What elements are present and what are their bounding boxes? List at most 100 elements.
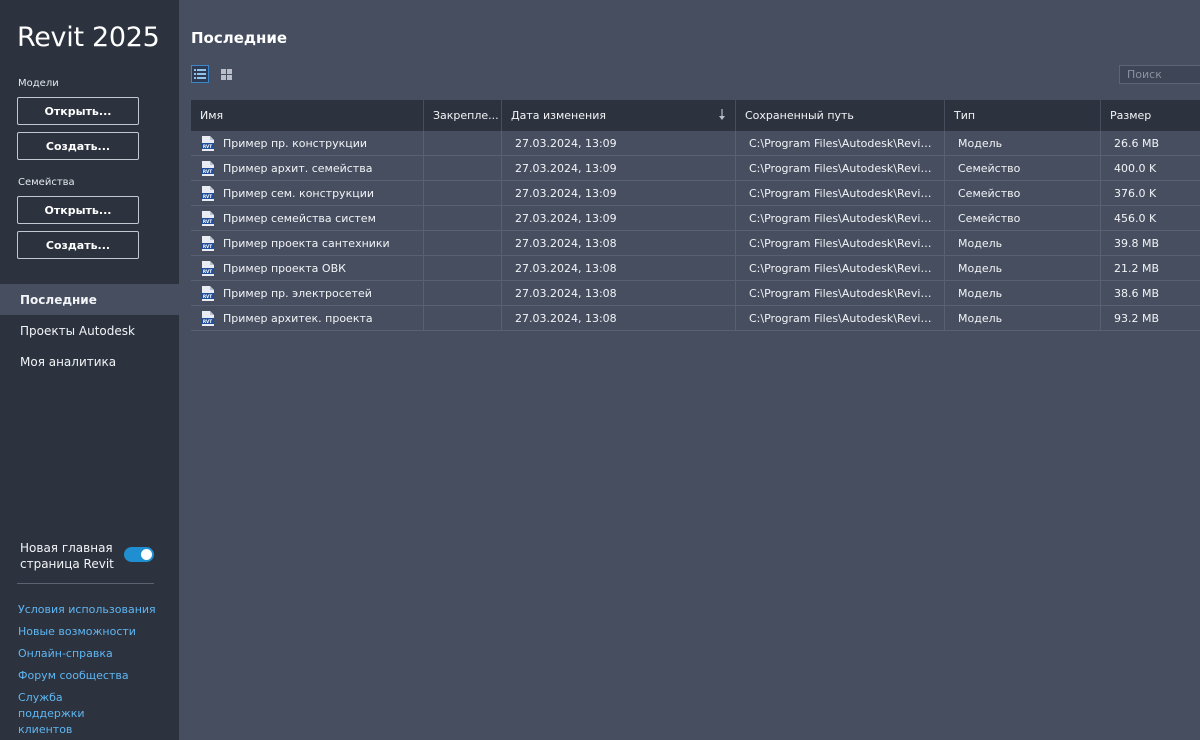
file-name: Пример семейства систем xyxy=(223,211,376,225)
file-name: Пример архитек. проекта xyxy=(223,311,373,325)
table-row[interactable]: RVT Пример проекта сантехники 27.03.2024… xyxy=(191,231,1200,256)
file-path: C:\Program Files\Autodesk\Revit 2... xyxy=(749,161,935,175)
cell-date: 27.03.2024, 13:09 xyxy=(502,206,736,230)
column-header-pinned[interactable]: Закрепле... xyxy=(424,100,502,131)
column-header-type[interactable]: Тип xyxy=(945,100,1101,131)
cell-size: 376.0 K xyxy=(1114,186,1157,200)
cell-type: Семейство xyxy=(945,181,1101,205)
new-home-toggle[interactable] xyxy=(124,547,154,562)
file-name: Пример сем. конструкции xyxy=(223,186,374,200)
search-input[interactable] xyxy=(1119,65,1200,84)
column-header-date-label: Дата изменения xyxy=(511,109,606,122)
table-header: Имя Закрепле... Дата изменения Сохраненн… xyxy=(191,100,1200,131)
cell-size: 38.6 MB xyxy=(1114,286,1160,300)
column-header-name[interactable]: Имя xyxy=(191,100,424,131)
recent-files-table: Имя Закрепле... Дата изменения Сохраненн… xyxy=(191,100,1200,331)
file-name: Пример проекта сантехники xyxy=(223,236,390,250)
new-home-toggle-label: Новая главная страница Revit xyxy=(20,541,114,571)
sidebar: Revit 2025 Модели Открыть... Создать... … xyxy=(0,0,179,740)
cell-name: RVT Пример пр. электросетей xyxy=(191,281,424,305)
table-row[interactable]: RVT Пример пр. конструкции 27.03.2024, 1… xyxy=(191,131,1200,156)
cell-size: 39.8 MB xyxy=(1114,236,1160,250)
svg-text:RVT: RVT xyxy=(203,294,212,299)
table-row[interactable]: RVT Пример проекта ОВК 27.03.2024, 13:08… xyxy=(191,256,1200,281)
grid-view-button[interactable] xyxy=(217,65,235,83)
table-row[interactable]: RVT Пример семейства систем 27.03.2024, … xyxy=(191,206,1200,231)
cell-name: RVT Пример архитек. проекта xyxy=(191,306,424,330)
file-name: Пример архит. семейства xyxy=(223,161,373,175)
cell-size: 456.0 K xyxy=(1114,211,1157,225)
revit-file-icon: RVT xyxy=(201,310,214,326)
cell-pinned[interactable] xyxy=(424,156,502,180)
customer-support-link[interactable]: Служба поддержки клиентов xyxy=(18,690,128,738)
open-model-button[interactable]: Открыть... xyxy=(17,97,139,125)
cell-path: C:\Program Files\Autodesk\Revit 2... xyxy=(736,131,945,155)
models-section-label: Модели xyxy=(18,78,59,89)
terms-of-use-link[interactable]: Условия использования xyxy=(18,602,168,618)
svg-text:RVT: RVT xyxy=(203,144,212,149)
table-row[interactable]: RVT Пример сем. конструкции 27.03.2024, … xyxy=(191,181,1200,206)
svg-text:RVT: RVT xyxy=(203,194,212,199)
table-row[interactable]: RVT Пример архит. семейства 27.03.2024, … xyxy=(191,156,1200,181)
cell-name: RVT Пример сем. конструкции xyxy=(191,181,424,205)
online-help-link[interactable]: Онлайн-справка xyxy=(18,646,168,662)
cell-type: Модель xyxy=(945,231,1101,255)
page-title: Последние xyxy=(191,29,288,47)
cell-pinned[interactable] xyxy=(424,256,502,280)
cell-path: C:\Program Files\Autodesk\Revit 2... xyxy=(736,281,945,305)
revit-file-icon: RVT xyxy=(201,135,214,151)
revit-file-icon: RVT xyxy=(201,185,214,201)
cell-pinned[interactable] xyxy=(424,231,502,255)
cell-name: RVT Пример проекта сантехники xyxy=(191,231,424,255)
list-view-button[interactable] xyxy=(191,65,209,83)
nav-item-my-insights[interactable]: Моя аналитика xyxy=(0,346,179,377)
file-path: C:\Program Files\Autodesk\Revit 2... xyxy=(749,261,935,275)
column-header-size[interactable]: Размер xyxy=(1101,100,1200,131)
file-name: Пример проекта ОВК xyxy=(223,261,346,275)
revit-file-icon: RVT xyxy=(201,160,214,176)
svg-text:RVT: RVT xyxy=(203,169,212,174)
file-path: C:\Program Files\Autodesk\Revit 2... xyxy=(749,186,935,200)
app-title: Revit 2025 xyxy=(17,22,160,53)
svg-text:RVT: RVT xyxy=(203,219,212,224)
cell-date: 27.03.2024, 13:08 xyxy=(502,256,736,280)
file-path: C:\Program Files\Autodesk\Revit 2... xyxy=(749,286,935,300)
cell-path: C:\Program Files\Autodesk\Revit 2... xyxy=(736,156,945,180)
cell-pinned[interactable] xyxy=(424,181,502,205)
revit-file-icon: RVT xyxy=(201,285,214,301)
cell-path: C:\Program Files\Autodesk\Revit 2... xyxy=(736,306,945,330)
create-model-button[interactable]: Создать... xyxy=(17,132,139,160)
toggle-knob xyxy=(141,549,152,560)
cell-path: C:\Program Files\Autodesk\Revit 2... xyxy=(736,206,945,230)
nav-item-autodesk-projects[interactable]: Проекты Autodesk xyxy=(0,315,179,346)
column-header-path[interactable]: Сохраненный путь xyxy=(736,100,945,131)
create-family-button[interactable]: Создать... xyxy=(17,231,139,259)
cell-name: RVT Пример семейства систем xyxy=(191,206,424,230)
svg-text:RVT: RVT xyxy=(203,269,212,274)
cell-path: C:\Program Files\Autodesk\Revit 2... xyxy=(736,256,945,280)
cell-path: C:\Program Files\Autodesk\Revit 2... xyxy=(736,181,945,205)
table-row[interactable]: RVT Пример архитек. проекта 27.03.2024, … xyxy=(191,306,1200,331)
file-path: C:\Program Files\Autodesk\Revit 2... xyxy=(749,211,935,225)
table-row[interactable]: RVT Пример пр. электросетей 27.03.2024, … xyxy=(191,281,1200,306)
column-header-date[interactable]: Дата изменения xyxy=(502,100,736,131)
cell-date: 27.03.2024, 13:09 xyxy=(502,181,736,205)
cell-pinned[interactable] xyxy=(424,306,502,330)
nav-item-recent[interactable]: Последние xyxy=(0,284,179,315)
cell-pinned[interactable] xyxy=(424,206,502,230)
cell-name: RVT Пример проекта ОВК xyxy=(191,256,424,280)
cell-type: Модель xyxy=(945,281,1101,305)
file-path: C:\Program Files\Autodesk\Revit 2... xyxy=(749,136,935,150)
cell-pinned[interactable] xyxy=(424,281,502,305)
cell-pinned[interactable] xyxy=(424,131,502,155)
file-name: Пример пр. конструкции xyxy=(223,136,368,150)
open-family-button[interactable]: Открыть... xyxy=(17,196,139,224)
svg-text:RVT: RVT xyxy=(203,319,212,324)
whats-new-link[interactable]: Новые возможности xyxy=(18,624,168,640)
revit-file-icon: RVT xyxy=(201,235,214,251)
cell-size: 93.2 MB xyxy=(1114,311,1160,325)
families-section-label: Семейства xyxy=(18,177,75,188)
revit-file-icon: RVT xyxy=(201,260,214,276)
cell-type: Семейство xyxy=(945,156,1101,180)
community-forum-link[interactable]: Форум сообщества xyxy=(18,668,168,684)
